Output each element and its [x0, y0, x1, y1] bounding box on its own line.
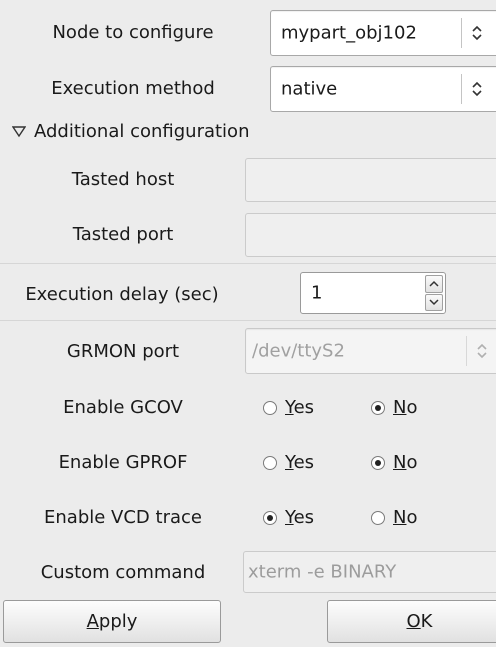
- custom-command-placeholder: xterm -e BINARY: [248, 561, 397, 583]
- exec-method-select[interactable]: native: [270, 66, 496, 112]
- grmon-value: /dev/ttyS2: [252, 340, 345, 362]
- gcov-yes-label: Yes: [285, 397, 315, 418]
- gcov-yes-radio[interactable]: Yes: [263, 397, 314, 418]
- additional-config-label: Additional configuration: [34, 121, 250, 142]
- apply-button[interactable]: Apply: [3, 600, 221, 643]
- gprof-yes-label: Yes: [285, 452, 315, 473]
- updown-icon: [461, 18, 492, 48]
- additional-config-expander[interactable]: Additional configuration: [12, 121, 249, 142]
- grmon-label: GRMON port: [66, 341, 180, 362]
- vcd-label: Enable VCD trace: [44, 507, 202, 528]
- exec-delay-spinbox[interactable]: 1: [300, 272, 446, 314]
- exec-delay-label: Execution delay (sec): [25, 284, 219, 305]
- tasted-host-label: Tasted host: [71, 169, 175, 190]
- node-select-value: mypart_obj102: [281, 22, 417, 44]
- spin-up-button[interactable]: [425, 275, 443, 293]
- radio-selected-icon: [263, 510, 277, 525]
- radio-icon: [263, 400, 277, 415]
- updown-icon: [466, 336, 496, 366]
- spin-buttons: [425, 275, 443, 311]
- vcd-no-radio[interactable]: No: [371, 507, 417, 528]
- tasted-host-input[interactable]: [245, 158, 496, 202]
- gcov-no-label: No: [393, 397, 418, 418]
- separator: [0, 320, 496, 321]
- gcov-no-radio[interactable]: No: [371, 397, 417, 418]
- gcov-label: Enable GCOV: [63, 397, 183, 418]
- tasted-port-label: Tasted port: [72, 224, 174, 245]
- radio-icon: [263, 455, 277, 470]
- radio-selected-icon: [371, 455, 385, 470]
- exec-method-value: native: [281, 78, 338, 100]
- triangle-down-icon: [12, 125, 26, 137]
- custom-command-input[interactable]: xterm -e BINARY: [243, 551, 496, 593]
- node-select[interactable]: mypart_obj102: [270, 10, 496, 56]
- gprof-no-label: No: [393, 452, 418, 473]
- gprof-yes-radio[interactable]: Yes: [263, 452, 314, 473]
- vcd-yes-radio[interactable]: Yes: [263, 507, 314, 528]
- vcd-yes-label: Yes: [285, 507, 315, 528]
- grmon-select[interactable]: /dev/ttyS2: [245, 328, 496, 374]
- updown-icon: [461, 74, 492, 104]
- ok-button[interactable]: OK: [327, 600, 496, 643]
- gprof-label: Enable GPROF: [58, 452, 188, 473]
- exec-delay-value: 1: [311, 282, 323, 304]
- exec-method-label: Execution method: [51, 78, 215, 99]
- separator: [0, 263, 496, 264]
- chevron-up-icon: [429, 281, 439, 287]
- radio-icon: [371, 510, 385, 525]
- ok-button-label: OK: [406, 611, 433, 632]
- apply-button-label: Apply: [86, 611, 138, 632]
- radio-selected-icon: [371, 400, 385, 415]
- spin-down-button[interactable]: [425, 293, 443, 311]
- gprof-no-radio[interactable]: No: [371, 452, 417, 473]
- chevron-down-icon: [429, 299, 439, 305]
- vcd-no-label: No: [393, 507, 418, 528]
- custom-command-label: Custom command: [40, 562, 206, 583]
- tasted-port-input[interactable]: [245, 213, 496, 257]
- node-label: Node to configure: [52, 22, 214, 43]
